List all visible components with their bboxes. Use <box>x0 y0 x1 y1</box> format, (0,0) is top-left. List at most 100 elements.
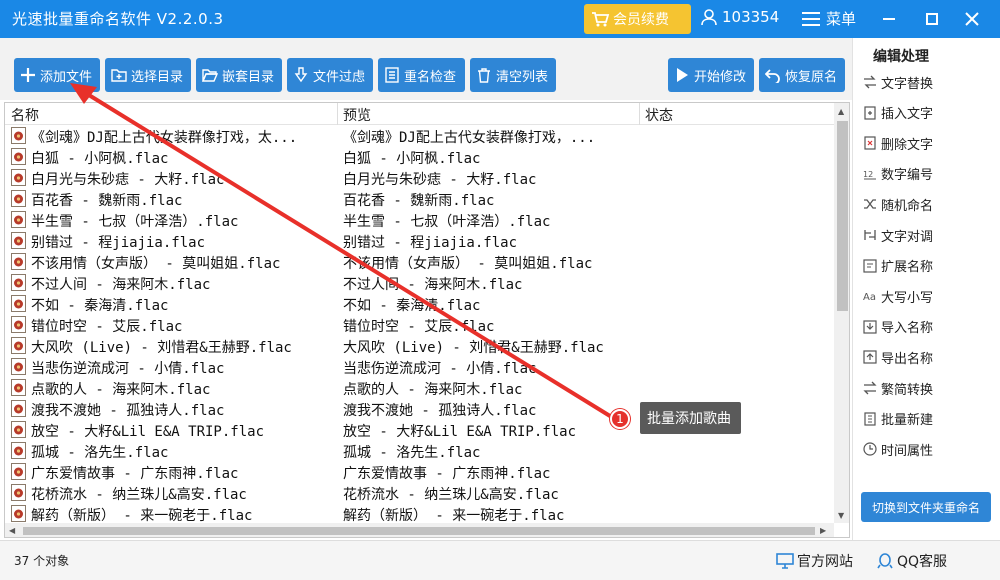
panel-item[interactable]: 时间属性 <box>863 438 933 460</box>
panel-item-label: 删除文字 <box>881 137 934 153</box>
row-name: 不过人间 - 海来阿木.flac <box>31 277 211 293</box>
panel-item[interactable]: 文字对调 <box>863 224 933 246</box>
row-preview: 百花香 - 魏新雨.flac <box>343 193 495 209</box>
panel-item[interactable]: 插入文字 <box>863 102 933 124</box>
panel-item[interactable]: 删除文字 <box>863 132 933 154</box>
user-account[interactable]: 103354 <box>700 8 779 26</box>
row-name: 大风吹 (Live) - 刘惜君&王赫野.flac <box>31 340 292 356</box>
number-icon: 12 <box>863 170 876 180</box>
table-row[interactable]: 《剑魂》DJ配上古代女装群像打戏，太... 《剑魂》DJ配上古代女装群像打戏，..… <box>5 125 835 146</box>
row-name: 白狐 - 小阿枫.flac <box>31 151 169 167</box>
row-preview: 别错过 - 程jiajia.flac <box>343 235 518 251</box>
vertical-scroll-thumb[interactable] <box>837 121 848 311</box>
column-name[interactable]: 名称 <box>11 105 39 125</box>
audio-file-icon <box>11 253 26 270</box>
row-name: 广东爱情故事 - 广东雨神.flac <box>31 466 239 482</box>
table-row[interactable]: 百花香 - 魏新雨.flac 百花香 - 魏新雨.flac <box>5 188 835 209</box>
table-row[interactable]: 花桥流水 - 纳兰珠儿&高安.flac 花桥流水 - 纳兰珠儿&高安.flac <box>5 482 835 503</box>
table-row[interactable]: 当悲伤逆流成河 - 小倩.flac 当悲伤逆流成河 - 小倩.flac <box>5 356 835 377</box>
table-row[interactable]: 不过人间 - 海来阿木.flac 不过人间 - 海来阿木.flac <box>5 272 835 293</box>
convert-icon <box>863 381 877 395</box>
switch-folder-rename-button[interactable]: 切换到文件夹重命名 <box>861 492 991 522</box>
table-row[interactable]: 不该用情（女声版） - 莫叫姐姐.flac 不该用情（女声版） - 莫叫姐姐.fl… <box>5 251 835 272</box>
annotation-number: 1 <box>610 409 630 429</box>
row-name: 《剑魂》DJ配上古代女装群像打戏，太... <box>31 130 298 146</box>
row-name: 不该用情（女声版） - 莫叫姐姐.flac <box>31 256 281 272</box>
row-preview: 大风吹 (Live) - 刘惜君&王赫野.flac <box>343 340 604 356</box>
panel-item[interactable]: 导出名称 <box>863 346 933 368</box>
table-row[interactable]: 白狐 - 小阿枫.flac 白狐 - 小阿枫.flac <box>5 146 835 167</box>
nested-dir-button[interactable]: 嵌套目录 <box>196 58 282 92</box>
panel-item[interactable]: 导入名称 <box>863 316 933 338</box>
panel-item[interactable]: 12 数字编号 <box>863 163 933 185</box>
panel-item[interactable]: Aa 大写小写 <box>863 285 933 307</box>
clear-list-button[interactable]: 清空列表 <box>470 58 556 92</box>
column-divider[interactable] <box>639 103 640 125</box>
column-status[interactable]: 状态 <box>645 105 673 125</box>
audio-file-icon <box>11 274 26 291</box>
nested-dir-label: 嵌套目录 <box>222 69 275 85</box>
panel-item-label: 文字对调 <box>881 229 934 245</box>
panel-item[interactable]: 批量新建 <box>863 408 933 430</box>
scroll-down-arrow[interactable]: ▼ <box>838 511 844 520</box>
horizontal-scroll-thumb[interactable] <box>23 527 815 535</box>
panel-item-label: 扩展名称 <box>881 260 934 276</box>
panel-item[interactable]: 扩展名称 <box>863 255 933 277</box>
vip-renew-button[interactable]: 会员续费 <box>584 4 691 34</box>
audio-file-icon <box>11 379 26 396</box>
folder-add-icon <box>111 69 127 82</box>
case-icon: Aa <box>863 292 876 303</box>
table-row[interactable]: 点歌的人 - 海来阿木.flac 点歌的人 - 海来阿木.flac <box>5 377 835 398</box>
restore-button[interactable]: 恢复原名 <box>759 58 845 92</box>
edit-panel: 编辑处理 文字替换 插入文字 删除文字 12 数字编号 随机命名 文字对调 扩展名称 Aa 大写小… <box>852 38 1000 540</box>
file-filter-button[interactable]: 文件过虑 <box>287 58 373 92</box>
panel-item-label: 批量新建 <box>881 413 934 429</box>
table-row[interactable]: 错位时空 - 艾辰.flac 错位时空 - 艾辰.flac <box>5 314 835 335</box>
table-row[interactable]: 半生雪 - 七叔（叶泽浩）.flac 半生雪 - 七叔（叶泽浩）.flac <box>5 209 835 230</box>
maximize-button[interactable] <box>919 6 945 32</box>
audio-file-icon <box>11 316 26 333</box>
audio-file-icon <box>11 295 26 312</box>
table-row[interactable]: 大风吹 (Live) - 刘惜君&王赫野.flac 大风吹 (Live) - 刘惜… <box>5 335 835 356</box>
export-icon <box>863 350 877 364</box>
official-site-link[interactable]: 官方网站 <box>776 551 853 571</box>
panel-item[interactable]: 随机命名 <box>863 193 933 215</box>
column-divider[interactable] <box>337 103 338 125</box>
table-row[interactable]: 别错过 - 程jiajia.flac 别错过 - 程jiajia.flac <box>5 230 835 251</box>
plus-icon <box>21 68 35 82</box>
row-preview: 广东爱情故事 - 广东雨神.flac <box>343 466 551 482</box>
row-preview: 不过人间 - 海来阿木.flac <box>343 277 523 293</box>
qq-icon <box>877 553 893 569</box>
duplicate-check-button[interactable]: 重名检查 <box>378 58 465 92</box>
row-preview: 白狐 - 小阿枫.flac <box>343 151 481 167</box>
import-icon <box>863 320 877 334</box>
row-preview: 渡我不渡她 - 孤独诗人.flac <box>343 403 537 419</box>
close-button[interactable] <box>959 6 985 32</box>
row-name: 点歌的人 - 海来阿木.flac <box>31 382 211 398</box>
table-row[interactable]: 孤城 - 洛先生.flac 孤城 - 洛先生.flac <box>5 440 835 461</box>
minimize-button[interactable] <box>876 6 902 32</box>
scroll-right-arrow[interactable]: ▶ <box>820 526 826 535</box>
audio-file-icon <box>11 358 26 375</box>
undo-icon <box>765 69 780 83</box>
table-row[interactable]: 解药（新版） - 来一碗老于.flac 解药（新版） - 来一碗老于.flac <box>5 503 835 524</box>
panel-item[interactable]: 文字替换 <box>863 71 933 93</box>
file-list[interactable]: 名称 预览 状态 《剑魂》DJ配上古代女装群像打戏，太... 《剑魂》DJ配上古代… <box>4 102 850 538</box>
select-dir-label: 选择目录 <box>131 69 184 85</box>
menu-button[interactable]: 菜单 <box>802 8 856 29</box>
scroll-left-arrow[interactable]: ◀ <box>9 526 15 535</box>
table-row[interactable]: 不如 - 秦海清.flac 不如 - 秦海清.flac <box>5 293 835 314</box>
column-preview[interactable]: 预览 <box>343 105 371 125</box>
add-files-button[interactable]: 添加文件 <box>14 58 100 92</box>
delete-text-icon <box>864 136 876 150</box>
select-dir-button[interactable]: 选择目录 <box>105 58 191 92</box>
table-row[interactable]: 白月光与朱砂痣 - 大籽.flac 白月光与朱砂痣 - 大籽.flac <box>5 167 835 188</box>
table-row[interactable]: 广东爱情故事 - 广东雨神.flac 广东爱情故事 - 广东雨神.flac <box>5 461 835 482</box>
start-button[interactable]: 开始修改 <box>668 58 754 92</box>
row-preview: 当悲伤逆流成河 - 小倩.flac <box>343 361 537 377</box>
qq-support-link[interactable]: QQ客服 <box>876 551 947 571</box>
scroll-up-arrow[interactable]: ▲ <box>838 107 844 116</box>
audio-file-icon <box>11 463 26 480</box>
panel-item[interactable]: 繁简转换 <box>863 377 933 399</box>
audio-file-icon <box>11 127 26 144</box>
